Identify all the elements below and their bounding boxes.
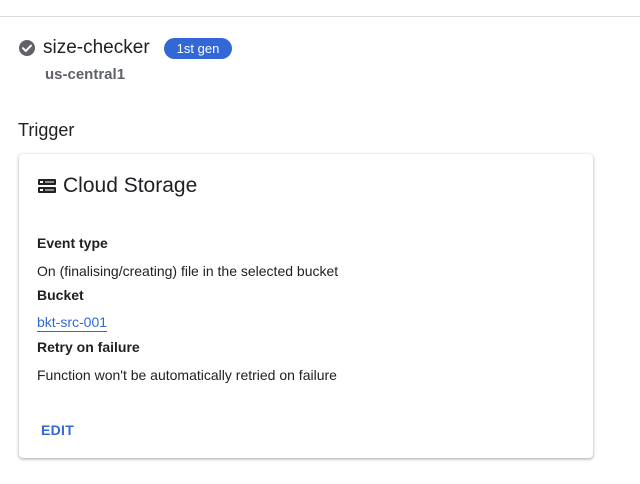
function-region: us-central1	[45, 66, 126, 83]
bucket-label: Bucket	[37, 287, 84, 303]
event-type-label: Event type	[37, 235, 108, 251]
trigger-section-title: Trigger	[18, 120, 75, 140]
top-divider	[0, 16, 640, 17]
function-header: size-checker 1st gen	[18, 36, 233, 60]
bucket-link[interactable]: bkt-src-001	[37, 314, 108, 332]
retry-label: Retry on failure	[37, 339, 140, 355]
trigger-card-header: Cloud Storage	[37, 174, 197, 198]
check-circle-icon	[18, 39, 36, 57]
storage-icon	[37, 177, 57, 195]
generation-badge: 1st gen	[163, 37, 233, 59]
edit-button[interactable]: EDIT	[31, 416, 84, 444]
trigger-card-title: Cloud Storage	[63, 174, 198, 197]
event-type-value: On (finalising/creating) file in the sel…	[37, 263, 339, 279]
function-name: size-checker	[43, 37, 150, 58]
retry-value: Function won't be automatically retried …	[37, 367, 337, 383]
trigger-card: Cloud Storage Event type On (finalising/…	[19, 154, 593, 458]
